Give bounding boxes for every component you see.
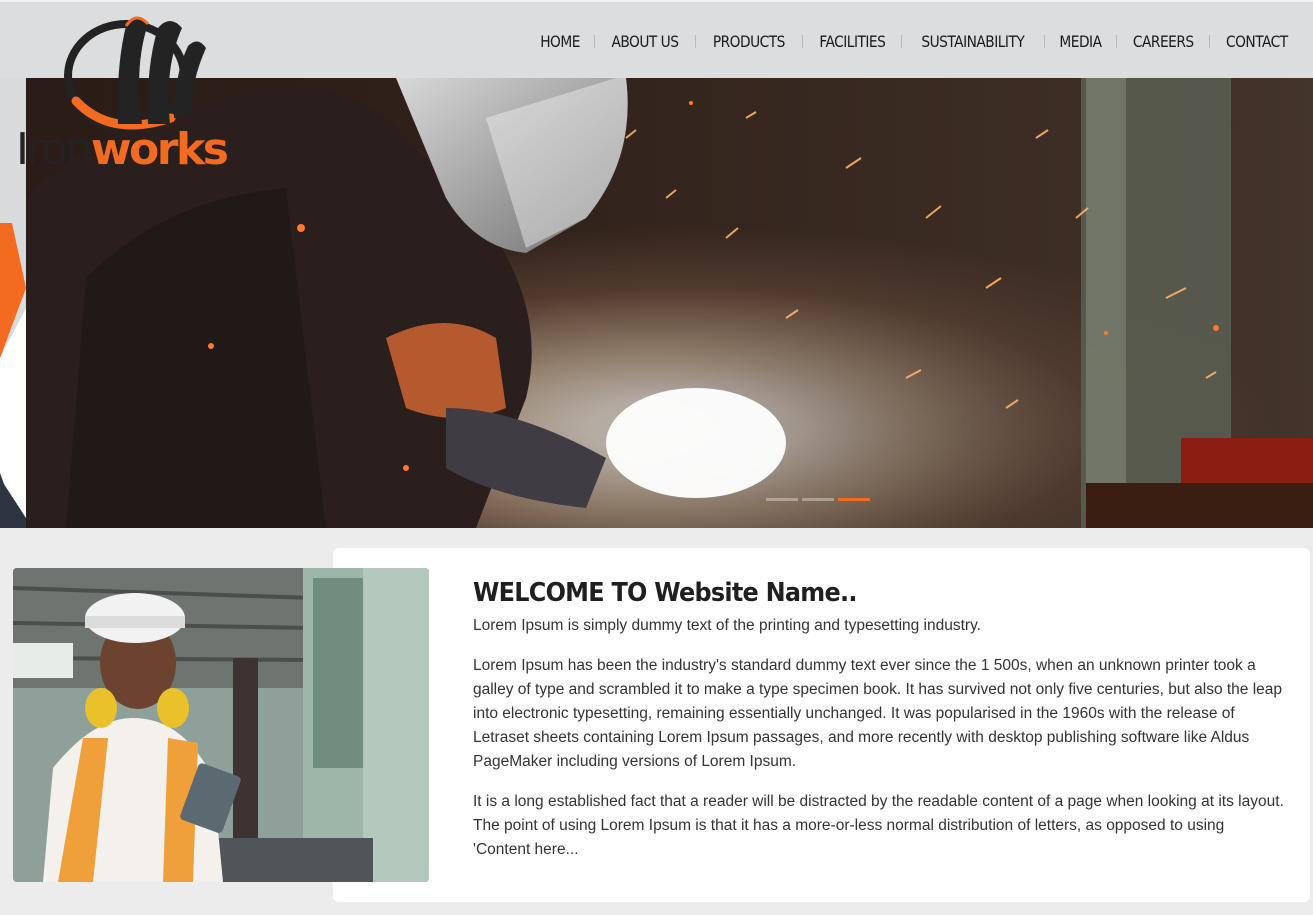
nav-facilities[interactable]: FACILITIES xyxy=(817,32,886,51)
slider-dot-2[interactable] xyxy=(802,498,834,501)
nav-home[interactable]: HOME xyxy=(538,32,581,51)
nav-products[interactable]: PRODUCTS xyxy=(711,32,786,51)
nav-separator xyxy=(594,35,595,48)
nav-about-us[interactable]: ABOUT US xyxy=(610,32,680,51)
logo-text-iron: Iron xyxy=(16,124,93,175)
ironworks-logo[interactable]: Ironworks xyxy=(14,6,244,181)
logo-text-works: works xyxy=(90,124,229,175)
nav-separator xyxy=(1043,35,1045,48)
nav-sustainability[interactable]: SUSTAINABILITY xyxy=(920,32,1026,51)
welcome-text: WELCOME TO Website Name.. Lorem Ipsum is… xyxy=(473,578,1285,878)
logo-mark-icon xyxy=(64,16,206,132)
welcome-paragraph-1: Lorem Ipsum has been the industry's stan… xyxy=(473,657,1283,770)
nav-separator xyxy=(1115,35,1117,48)
nav-separator xyxy=(801,35,803,48)
nav-separator xyxy=(1209,35,1211,48)
nav-careers[interactable]: CAREERS xyxy=(1131,32,1195,51)
slider-indicators xyxy=(766,498,870,501)
welcome-intro: Lorem Ipsum is simply dummy text of the … xyxy=(473,617,981,634)
nav-media[interactable]: MEDIA xyxy=(1058,32,1103,51)
welcome-title: WELCOME TO Website Name.. xyxy=(473,578,857,608)
page: HOME ABOUT US PRODUCTS FACILITIES SUSTAINABI… xyxy=(0,0,1313,915)
welcome-paragraph-2: It is a long established fact that a rea… xyxy=(473,793,1284,858)
slider-dot-1[interactable] xyxy=(766,498,798,501)
nav-contact[interactable]: CONTACT xyxy=(1225,32,1290,51)
main-nav: HOME ABOUT US PRODUCTS FACILITIES SUSTAINABI… xyxy=(535,32,1295,51)
nav-separator xyxy=(694,35,696,48)
slider-dot-3[interactable] xyxy=(838,498,870,501)
nav-separator xyxy=(901,35,903,48)
worker-photo xyxy=(13,568,429,882)
logo-wordmark: Ironworks xyxy=(16,128,229,172)
